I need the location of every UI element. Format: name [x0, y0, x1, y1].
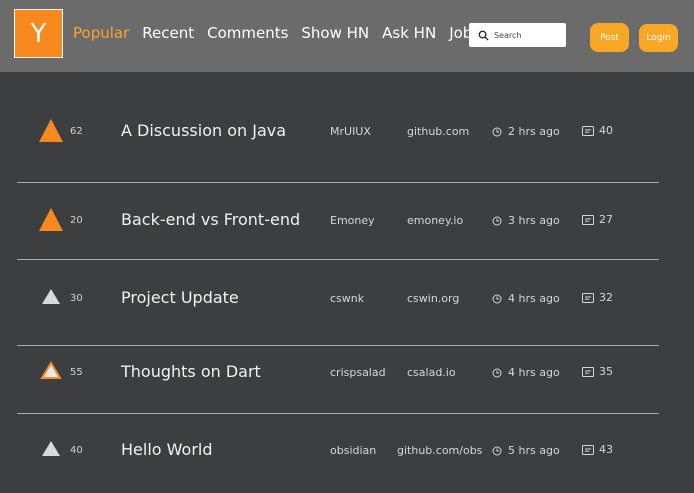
story-author-link[interactable]: crispsalad	[330, 366, 386, 379]
story-domain-link[interactable]: cswin.org	[407, 292, 459, 305]
story-author-link[interactable]: MrUIUX	[330, 125, 371, 138]
story-title-link[interactable]: Hello World	[121, 440, 213, 459]
story-domain-link[interactable]: github.com/obs	[397, 444, 482, 457]
upvote-arrow-icon[interactable]	[38, 285, 64, 309]
comment-icon	[582, 366, 594, 377]
comment-icon	[582, 214, 594, 225]
clock-icon	[492, 127, 502, 136]
row-divider	[17, 259, 659, 260]
nav-comments[interactable]: Comments	[207, 23, 288, 43]
comment-count: 32	[599, 291, 613, 304]
comment-icon	[582, 125, 594, 136]
story-time: 4 hrs ago	[492, 292, 560, 305]
comment-count: 40	[599, 124, 613, 137]
comments-link[interactable]: 32	[582, 291, 613, 304]
upvote-arrow-icon[interactable]	[38, 437, 64, 461]
nav-ask-hn[interactable]: Ask HN	[382, 23, 436, 43]
login-button[interactable]: Login	[639, 24, 678, 52]
story-title-link[interactable]: Back-end vs Front-end	[121, 210, 300, 229]
logo[interactable]: Y	[14, 9, 63, 58]
score-value: 40	[70, 445, 83, 456]
row-divider	[17, 182, 659, 183]
story-domain-link[interactable]: github.com	[407, 125, 469, 138]
top-header: Y Popular Recent Comments Show HN Ask HN…	[0, 0, 694, 72]
story-time: 3 hrs ago	[492, 214, 560, 227]
comments-link[interactable]: 27	[582, 213, 613, 226]
nav-popular[interactable]: Popular	[73, 23, 129, 43]
story-time: 2 hrs ago	[492, 125, 560, 138]
comment-count: 27	[599, 213, 613, 226]
time-label: 4 hrs ago	[508, 366, 560, 379]
comment-count: 35	[599, 365, 613, 378]
story-domain-link[interactable]: csalad.io	[407, 366, 456, 379]
search-input[interactable]	[494, 30, 558, 40]
comments-link[interactable]: 35	[582, 365, 613, 378]
clock-icon	[492, 446, 502, 455]
clock-icon	[492, 368, 502, 377]
score-value: 55	[70, 367, 83, 378]
comment-icon	[582, 444, 594, 455]
post-button[interactable]: Post	[590, 23, 629, 52]
main-nav: Popular Recent Comments Show HN Ask HN J…	[73, 23, 493, 43]
story-time: 5 hrs ago	[492, 444, 560, 457]
nav-show-hn[interactable]: Show HN	[301, 23, 369, 43]
time-label: 5 hrs ago	[508, 444, 560, 457]
time-label: 3 hrs ago	[508, 214, 560, 227]
story-author-link[interactable]: Emoney	[330, 214, 375, 227]
time-label: 2 hrs ago	[508, 125, 560, 138]
upvote-arrow-icon[interactable]	[38, 207, 64, 231]
row-divider	[17, 413, 659, 414]
upvote-arrow-icon[interactable]	[38, 118, 64, 142]
story-author-link[interactable]: obsidian	[330, 444, 376, 457]
comment-count: 43	[599, 443, 613, 456]
story-domain-link[interactable]: emoney.io	[407, 214, 463, 227]
story-title-link[interactable]: Project Update	[121, 288, 239, 307]
clock-icon	[492, 216, 502, 225]
search-icon	[478, 30, 489, 41]
comment-icon	[582, 292, 594, 303]
score-value: 20	[70, 215, 83, 226]
score-value: 30	[70, 293, 83, 304]
nav-recent[interactable]: Recent	[142, 23, 194, 43]
time-label: 4 hrs ago	[508, 292, 560, 305]
upvote-arrow-icon[interactable]	[38, 359, 64, 383]
story-title-link[interactable]: A Discussion on Java	[121, 121, 286, 140]
story-time: 4 hrs ago	[492, 366, 560, 379]
story-author-link[interactable]: cswnk	[330, 292, 364, 305]
clock-icon	[492, 294, 502, 303]
search-box[interactable]	[469, 23, 566, 47]
comments-link[interactable]: 43	[582, 443, 613, 456]
comments-link[interactable]: 40	[582, 124, 613, 137]
score-value: 62	[70, 126, 83, 137]
row-divider	[17, 345, 659, 346]
story-title-link[interactable]: Thoughts on Dart	[121, 362, 261, 381]
